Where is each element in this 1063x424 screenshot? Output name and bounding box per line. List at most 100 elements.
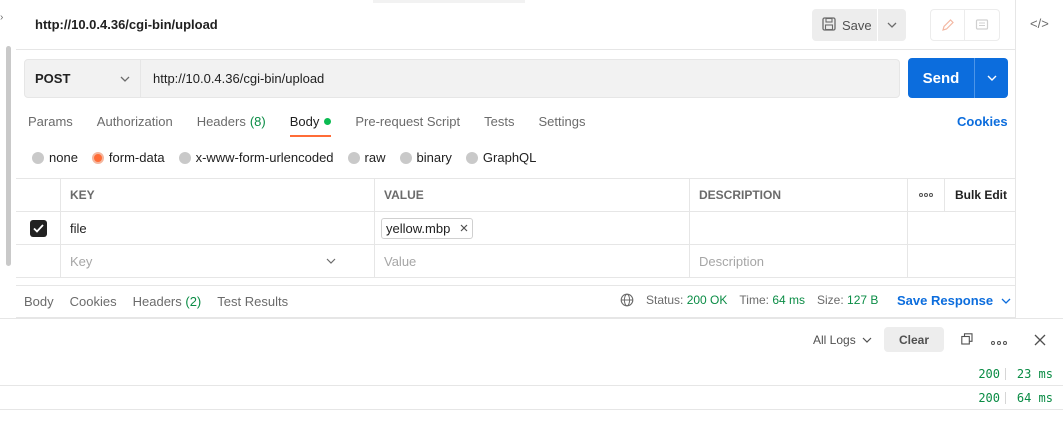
tab-settings[interactable]: Settings: [538, 114, 585, 138]
response-tab-body[interactable]: Body: [24, 294, 54, 309]
radio-selected-icon: [91, 151, 104, 164]
row-enable-checkbox[interactable]: [16, 212, 61, 244]
row-actions: [908, 245, 945, 277]
key-cell[interactable]: file: [61, 212, 375, 244]
save-options-button[interactable]: [878, 9, 906, 41]
radio-icon: [32, 151, 44, 164]
bulk-edit-button[interactable]: Bulk Edit: [945, 179, 1015, 211]
column-header-value: VALUE: [375, 179, 690, 211]
column-header-description: DESCRIPTION: [690, 179, 908, 211]
save-button[interactable]: Save: [812, 9, 878, 41]
save-button-group[interactable]: Save: [812, 9, 906, 41]
active-tab-indicator: [373, 0, 525, 3]
cookies-link[interactable]: Cookies: [957, 114, 1008, 129]
save-label: Save: [842, 17, 872, 33]
form-data-table: KEY VALUE DESCRIPTION Bulk Edit file yel…: [16, 178, 1015, 278]
url-bar: POST http://10.0.4.36/cgi-bin/upload: [24, 59, 900, 98]
log-time: 23 ms: [1016, 367, 1053, 381]
globe-icon[interactable]: [620, 293, 634, 307]
tab-params[interactable]: Params: [28, 114, 73, 138]
url-input[interactable]: http://10.0.4.36/cgi-bin/upload: [141, 60, 324, 97]
headers-count: (8): [249, 114, 266, 129]
tab-authorization[interactable]: Authorization: [97, 114, 173, 138]
table-row: file yellow.mbp: [16, 212, 1015, 245]
edit-actions: [930, 9, 1000, 41]
log-entry[interactable]: 200 23 ms: [0, 363, 1063, 386]
checkbox-checked-icon: [29, 219, 47, 237]
log-status: 200: [978, 367, 1000, 381]
request-tabs: Params Authorization Headers (8) Body Pre…: [28, 114, 609, 138]
row-spacer: [945, 212, 1015, 244]
radio-icon: [399, 151, 412, 164]
log-entry[interactable]: 200 64 ms: [0, 387, 1063, 410]
response-tabs: Body Cookies Headers (2) Test Results: [24, 294, 304, 309]
response-tab-test-results[interactable]: Test Results: [217, 294, 288, 309]
tab-headers[interactable]: Headers (8): [197, 114, 266, 138]
code-icon[interactable]: </>: [1030, 16, 1049, 31]
method-select[interactable]: POST: [25, 60, 141, 97]
tab-prerequest-script[interactable]: Pre-request Script: [355, 114, 460, 138]
radio-icon: [465, 151, 478, 164]
radio-graphql[interactable]: GraphQL: [465, 150, 536, 165]
row-spacer: [945, 245, 1015, 277]
log-separator: [1005, 368, 1006, 380]
divider: [16, 49, 1015, 50]
close-icon[interactable]: [460, 224, 468, 232]
response-meta: Status: 200 OK Time: 64 ms Size: 127 B: [620, 293, 878, 307]
edit-button[interactable]: [931, 10, 966, 40]
response-headers-count: (2): [185, 294, 202, 309]
table-row-new: Key Value Description: [16, 245, 1015, 278]
more-horizontal-icon[interactable]: [991, 333, 1007, 348]
size-value: 127 B: [847, 293, 879, 307]
clear-console-button[interactable]: Clear: [884, 327, 944, 352]
radio-none[interactable]: none: [32, 150, 78, 165]
log-filter-select[interactable]: All Logs: [813, 333, 872, 347]
tab-body[interactable]: Body: [289, 114, 332, 138]
collapse-arrow-icon[interactable]: ›: [0, 12, 3, 23]
time-value: 64 ms: [772, 293, 805, 307]
key-input[interactable]: Key: [61, 245, 375, 277]
file-chip: yellow.mbp: [381, 217, 474, 239]
radio-icon: [347, 151, 360, 164]
log-status: 200: [978, 391, 1000, 405]
radio-urlencoded[interactable]: x-www-form-urlencoded: [178, 150, 334, 165]
chevron-down-icon[interactable]: [326, 258, 336, 264]
send-button[interactable]: Send: [908, 58, 975, 98]
table-header-row: KEY VALUE DESCRIPTION Bulk Edit: [16, 178, 1015, 212]
request-title[interactable]: http://10.0.4.36/cgi-bin/upload: [35, 17, 218, 32]
send-options-button[interactable]: [975, 58, 1008, 98]
copy-icon[interactable]: [961, 333, 973, 348]
time-indicator[interactable]: Time: 64 ms: [739, 293, 805, 307]
radio-form-data[interactable]: form-data: [91, 150, 165, 165]
value-cell[interactable]: yellow.mbp: [375, 212, 690, 244]
status-value: 200 OK: [686, 293, 728, 307]
status-indicator[interactable]: Status: 200 OK: [646, 293, 727, 307]
more-options-button[interactable]: [908, 179, 945, 211]
description-input[interactable]: Description: [690, 245, 908, 277]
save-response-button[interactable]: Save Response: [897, 293, 1011, 308]
scrollbar[interactable]: [6, 46, 11, 266]
chevron-down-icon: [862, 337, 872, 343]
more-horizontal-icon: [919, 193, 933, 197]
size-indicator[interactable]: Size: 127 B: [817, 293, 878, 307]
response-tab-cookies[interactable]: Cookies: [70, 294, 117, 309]
radio-raw[interactable]: raw: [347, 150, 386, 165]
radio-binary[interactable]: binary: [399, 150, 452, 165]
close-icon[interactable]: [1034, 334, 1046, 349]
send-button-group[interactable]: Send: [908, 58, 1008, 98]
save-icon: [822, 16, 836, 34]
chevron-down-icon: [1001, 298, 1011, 304]
comment-icon: [975, 19, 989, 30]
tab-tests[interactable]: Tests: [484, 114, 514, 138]
response-tab-headers[interactable]: Headers (2): [133, 294, 202, 309]
log-separator: [1005, 392, 1006, 404]
row-actions: [908, 212, 945, 244]
value-input[interactable]: Value: [375, 245, 690, 277]
description-cell[interactable]: [690, 212, 908, 244]
chevron-down-icon: [987, 75, 996, 81]
pencil-icon: [941, 19, 954, 31]
comments-button[interactable]: [965, 10, 999, 40]
chevron-down-icon: [887, 22, 897, 28]
log-time: 64 ms: [1016, 391, 1053, 405]
radio-icon: [178, 151, 191, 164]
